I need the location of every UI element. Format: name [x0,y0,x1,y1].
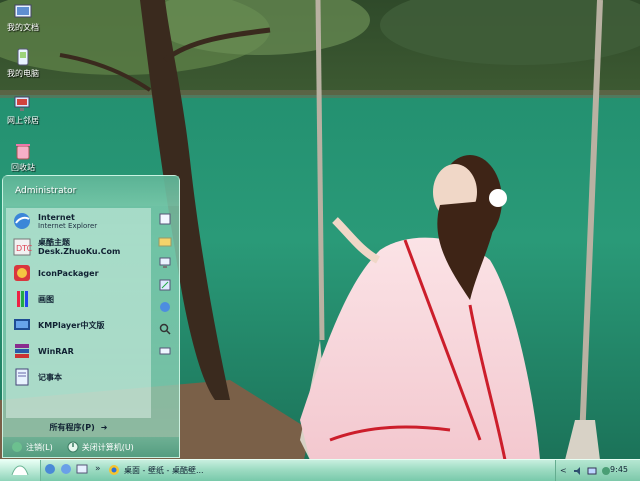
desktop-icon-label: 我的电脑 [7,69,39,78]
network-icon[interactable] [158,300,172,314]
control-panel-icon[interactable] [158,278,172,292]
quicklaunch-media-icon[interactable] [60,463,72,475]
clock[interactable]: 9:45 [610,465,628,474]
start-logo-icon [11,465,29,476]
desktop-icon-label: 回收站 [11,163,35,172]
start-menu: Administrator Internet Internet Explorer… [2,175,180,458]
all-programs-arrow-icon: ➜ [100,422,108,432]
start-menu-places [154,208,176,418]
all-programs-label: 所有程序(P) [49,422,95,432]
logoff-icon [12,442,22,452]
my-computer-icon [17,48,29,66]
paint-icon [17,291,28,307]
quicklaunch-ie-icon[interactable] [44,463,56,475]
computer-icon[interactable] [158,256,172,270]
tray-expand-icon[interactable]: < [560,466,567,475]
program-subtitle: Internet Explorer [38,221,98,230]
svg-text:DTC: DTC [16,244,32,253]
start-menu-footer: 注销(L) 关闭计算机(U) [3,437,179,457]
shutdown-button[interactable]: 关闭计算机(U) [67,441,134,453]
winrar-icon [15,344,29,358]
search-icon[interactable] [158,322,172,336]
desktop-icon-network-places[interactable]: 网上邻居 [2,95,44,126]
desktop-icon-label: 我的文档 [7,23,39,32]
internet-explorer-icon [14,213,30,229]
iconpackager-icon [14,265,30,281]
folder-icon[interactable] [158,234,172,248]
start-menu-program-list: Internet Internet Explorer DTC 桌酷主题Desk.… [6,208,151,418]
start-button[interactable] [0,460,41,481]
taskbar-window-button[interactable]: 桌面 - 壁纸 - 桌酷壁... [108,462,308,478]
notepad-icon [15,368,29,386]
recycle-bin-icon [16,144,30,160]
desktop-icon-my-documents[interactable]: 我的文档 [2,2,44,33]
desktop-icon-my-computer[interactable]: 我的电脑 [2,48,44,79]
program-item-iconpackager[interactable]: IconPackager [6,260,151,286]
program-title: WinRAR [38,346,74,356]
browser-icon [109,465,119,475]
program-title: 画图 [38,294,54,304]
kmplayer-icon [14,319,30,330]
program-item-notepad[interactable]: 记事本 [6,364,151,390]
quicklaunch-desktop-icon[interactable] [76,463,88,475]
logoff-label: 注销(L) [26,442,53,452]
program-item-kmplayer[interactable]: KMPlayer中文版 [6,312,151,338]
run-icon[interactable] [158,344,172,358]
system-tray: < 9:45 [555,460,640,481]
desktop-icon-label: 网上邻居 [7,116,39,125]
shutdown-label: 关闭计算机(U) [81,442,134,452]
quick-launch [44,463,88,478]
volume-icon[interactable] [573,466,583,476]
program-title: IconPackager [38,268,99,278]
user-name: Administrator [15,186,77,196]
network-places-icon [14,96,30,111]
program-item-zhuoku[interactable]: DTC 桌酷主题Desk.ZhuoKu.Com [6,234,151,260]
program-item-internet[interactable]: Internet Internet Explorer [6,208,151,234]
all-programs-button[interactable]: 所有程序(P) ➜ [6,419,151,435]
program-title: Internet [38,212,75,222]
quicklaunch-expand-icon[interactable]: » [95,464,101,474]
power-icon [67,441,79,453]
program-item-paint[interactable]: 画图 [6,286,151,312]
start-menu-user-header: Administrator [3,176,179,206]
desktop-icon-recycle-bin[interactable]: 回收站 [2,142,44,173]
program-title: KMPlayer中文版 [38,320,105,330]
my-documents-icon [14,4,32,18]
taskbar: » 桌面 - 壁纸 - 桌酷壁... < 9:45 [0,459,640,481]
network-tray-icon[interactable] [587,466,597,476]
logoff-button[interactable]: 注销(L) [11,441,53,453]
taskbar-window-title: 桌面 - 壁纸 - 桌酷壁... [124,465,204,475]
program-title: 记事本 [38,372,62,382]
program-title: 桌酷主题Desk.ZhuoKu.Com [38,238,121,256]
documents-icon[interactable] [158,212,172,226]
zhuoku-icon: DTC [13,238,32,256]
program-item-winrar[interactable]: WinRAR [6,338,151,364]
